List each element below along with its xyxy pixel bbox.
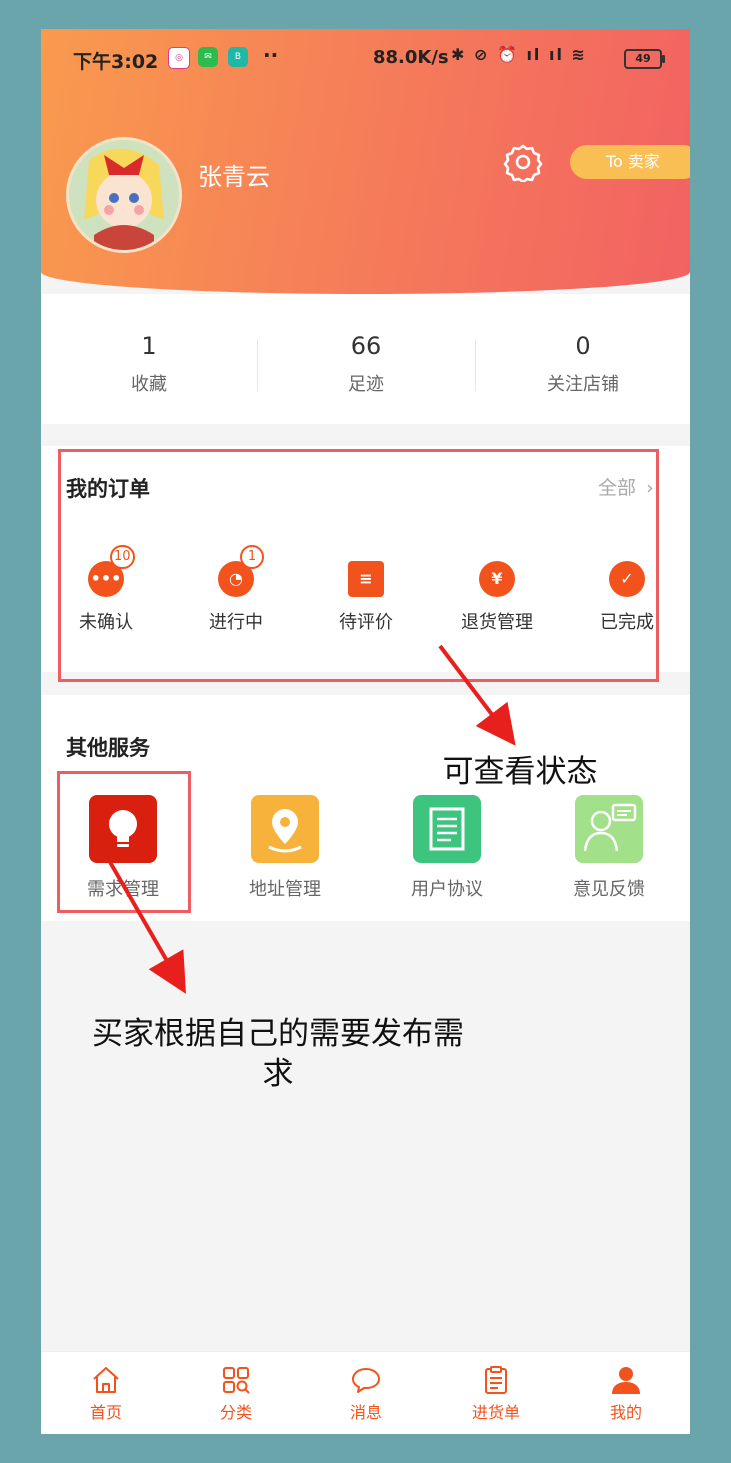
annotation-arrows (108, 644, 516, 994)
annotation-demand-note-line1: 买家根据自己的需要发布需 (92, 1016, 464, 1052)
annotation-orders-note: 可查看状态 (442, 754, 598, 790)
annotation-demand-note-line2: 求 (262, 1056, 294, 1092)
